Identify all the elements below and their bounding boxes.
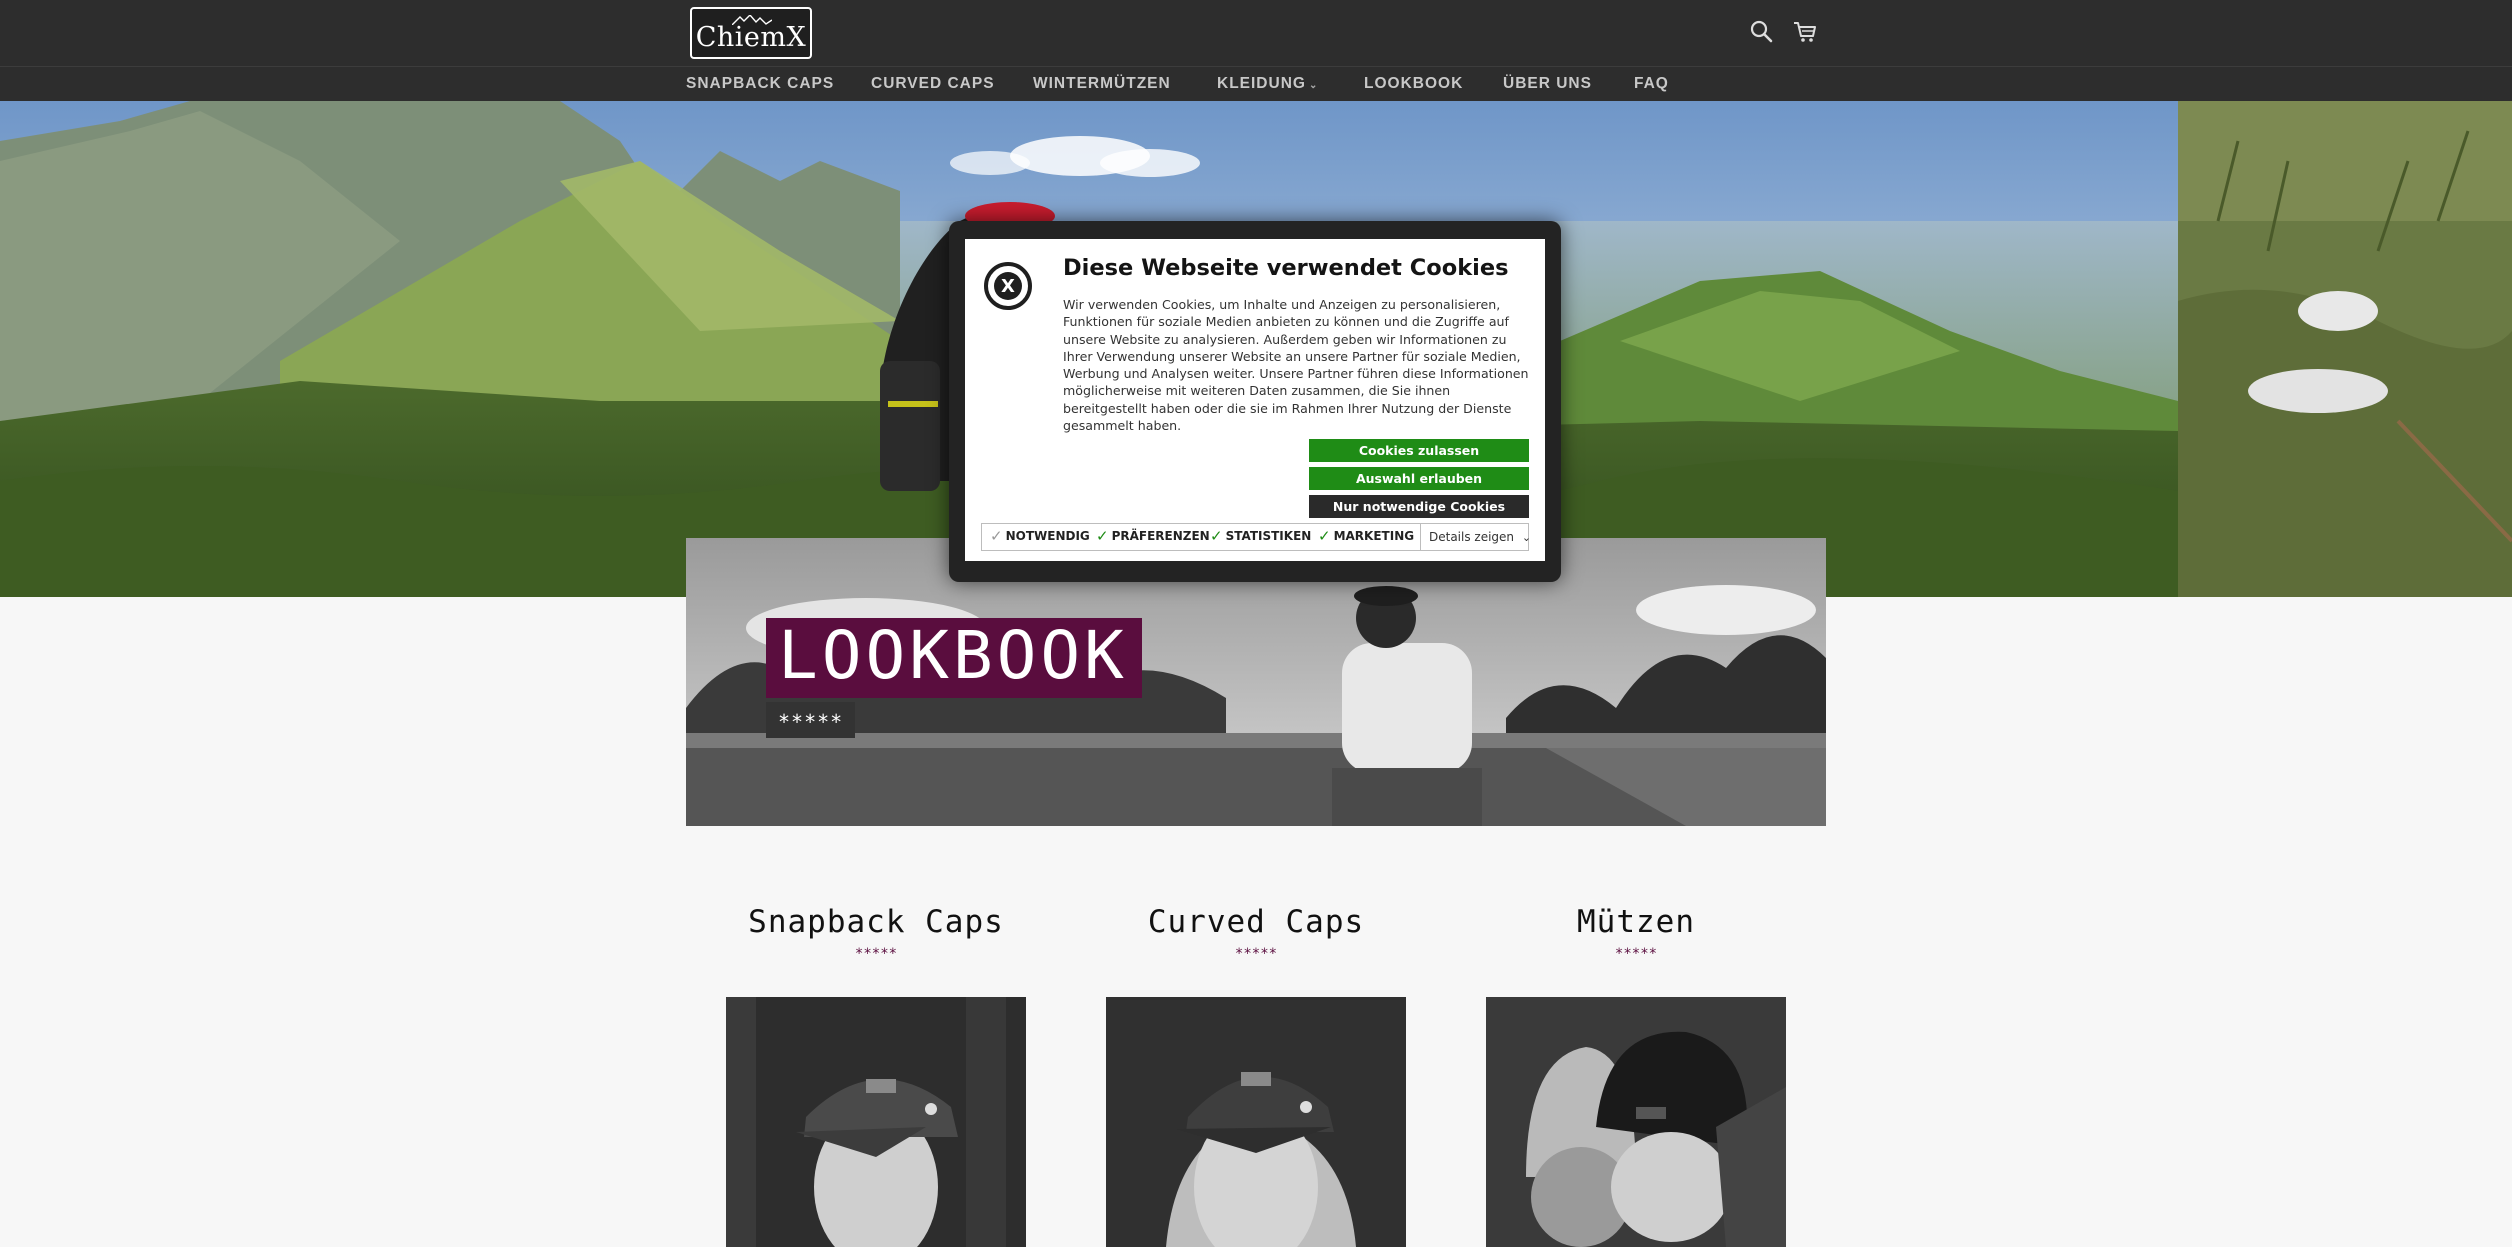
cookie-dialog-title: Diese Webseite verwendet Cookies — [1063, 255, 1509, 281]
nav-snapback-caps[interactable]: SNAPBACK CAPS — [686, 75, 834, 93]
lookbook-stars: ***** — [766, 702, 856, 738]
category-title-curved[interactable]: Curved Caps — [1106, 904, 1406, 940]
checkbox-label: MARKETING — [1333, 529, 1415, 543]
site-logo[interactable]: ChiemX — [690, 7, 812, 59]
cookies-allow-button[interactable]: Cookies zulassen — [1309, 439, 1529, 462]
search-icon[interactable] — [1749, 19, 1775, 45]
category-stars: ***** — [854, 946, 898, 962]
cookie-consent-panel: X Diese Webseite verwendet Cookies Wir v… — [965, 239, 1545, 561]
nav-lookbook[interactable]: LOOKBOOK — [1364, 75, 1463, 93]
svg-text:X: X — [1001, 276, 1015, 297]
checkbox-statistiken[interactable]: ✓ STATISTIKEN — [1210, 527, 1312, 545]
nav-kleidung[interactable]: KLEIDUNG ⌄ — [1217, 75, 1318, 93]
cookie-category-bar: ✓ NOTWENDIG ✓ PRÄFERENZEN ✓ STATISTIKEN … — [981, 523, 1532, 551]
checkbox-notwendig: ✓ NOTWENDIG — [990, 527, 1090, 545]
checkmark-icon: ✓ — [1210, 527, 1223, 545]
category-title-muetzen[interactable]: Mützen — [1486, 904, 1786, 940]
checkbox-label: STATISTIKEN — [1225, 529, 1312, 543]
logo-text: ChiemX — [695, 22, 807, 53]
necessary-only-button[interactable]: Nur notwendige Cookies verwenden — [1309, 495, 1529, 537]
checkmark-icon: ✓ — [1096, 527, 1109, 545]
checkbox-marketing[interactable]: ✓ MARKETING — [1318, 527, 1415, 545]
main-navigation: SNAPBACK CAPS CURVED CAPS WINTERMÜTZEN K… — [0, 66, 2512, 101]
chevron-down-icon: ⌄ — [1521, 531, 1532, 544]
nav-kleidung-label: KLEIDUNG — [1217, 75, 1306, 92]
chevron-down-icon: ⌄ — [1308, 80, 1319, 91]
nav-wintermuetzen[interactable]: WINTERMÜTZEN — [1033, 75, 1171, 93]
nav-faq[interactable]: FAQ — [1634, 75, 1669, 93]
category-stars: ***** — [1614, 946, 1658, 962]
header-bar: ChiemX — [0, 0, 2512, 66]
checkmark-icon: ✓ — [1318, 527, 1331, 545]
hero-grass-image — [2178, 101, 2512, 597]
checkbox-label: NOTWENDIG — [1005, 529, 1090, 543]
category-stars: ***** — [1234, 946, 1278, 962]
cookie-dialog-text: Wir verwenden Cookies, um Inhalte und An… — [1063, 297, 1529, 434]
details-label: Details zeigen — [1429, 530, 1515, 544]
cookiebot-logo-icon: X — [984, 262, 1032, 310]
cart-icon[interactable] — [1792, 19, 1818, 45]
category-image-snapback[interactable] — [726, 997, 1026, 1247]
cookie-consent-dialog: X Diese Webseite verwendet Cookies Wir v… — [949, 221, 1561, 582]
mountain-logo-icon — [732, 15, 772, 25]
checkbox-praeferenzen[interactable]: ✓ PRÄFERENZEN — [1096, 527, 1210, 545]
nav-ueber-uns[interactable]: ÜBER UNS — [1503, 75, 1592, 93]
checkbox-label: PRÄFERENZEN — [1111, 529, 1210, 543]
allow-selection-button[interactable]: Auswahl erlauben — [1309, 467, 1529, 490]
category-title-snapback[interactable]: Snapback Caps — [726, 904, 1026, 940]
category-image-curved[interactable] — [1106, 997, 1406, 1247]
checkmark-icon: ✓ — [990, 527, 1003, 545]
category-image-muetzen[interactable] — [1486, 997, 1786, 1247]
details-toggle[interactable]: Details zeigen ⌄ — [1420, 524, 1532, 550]
lookbook-title: LOOKBOOK — [766, 618, 1142, 698]
nav-curved-caps[interactable]: CURVED CAPS — [871, 75, 995, 93]
